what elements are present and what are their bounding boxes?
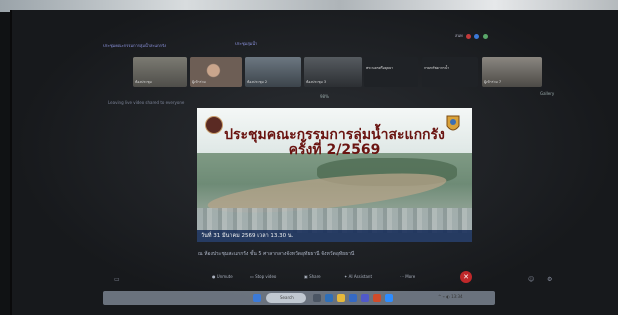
chat-icon[interactable] (482, 33, 488, 39)
photo-frame: ประชุมคณะกรรมการลุ่มน้ำสะแกกรัง ประชุมลุ… (0, 0, 618, 315)
venue-text: ณ ห้องประชุมสะแกกรัง ชั้น 5 ศาลากลางจังห… (198, 251, 355, 257)
shared-slide: ประชุมคณะกรรมการลุ่มน้ำสะแกกรัง ครั้งที่… (197, 108, 472, 242)
control-label: More (405, 274, 416, 279)
unmute-button[interactable]: ● Unmute (212, 274, 233, 279)
tile-label: ห้องประชุม (135, 80, 152, 84)
leave-icon: ✕ (463, 273, 469, 281)
stop-video-button[interactable]: ▭ Stop video (250, 274, 276, 279)
slide-title: ประชุมคณะกรรมการลุ่มน้ำสะแกกรัง ครั้งที่… (197, 128, 472, 158)
settings-icon[interactable]: ⚙ (547, 276, 552, 283)
tile-label: กรมทรัพยากรน้ำ (424, 66, 450, 70)
control-label: Stop video (255, 274, 277, 279)
system-tray[interactable]: ^ ⌁ ◐ 13:34 (438, 294, 463, 299)
word-icon[interactable] (349, 294, 357, 302)
meeting-subtitle: ประชุมลุ่มน้ำ (235, 41, 258, 46)
meeting-title: ประชุมคณะกรรมการลุ่มน้ำสะแกกรัง (103, 43, 167, 48)
participant-tile[interactable]: ผู้เข้าร่วม 7 (482, 57, 542, 87)
powerpoint-icon[interactable] (373, 294, 381, 302)
tile-label: ผู้เข้าร่วม 7 (484, 80, 502, 84)
more-button[interactable]: ⋯ More (400, 274, 415, 279)
edge-icon[interactable] (325, 294, 333, 302)
people-icon[interactable] (474, 33, 480, 39)
slide-date: วันที่ 31 มีนาคม 2569 เวลา 13.30 น. (201, 233, 294, 239)
tile-label: ผู้เข้าร่วม (192, 80, 206, 84)
windows-taskbar: Search ^ ⌁ ◐ 13:34 (103, 291, 495, 305)
ai-assistant-button[interactable]: ✦ AI Assistant (344, 274, 372, 279)
topbar-right-controls: สนท (455, 32, 488, 39)
folder-icon[interactable] (337, 294, 345, 302)
slide-footer-band: วันที่ 31 มีนาคม 2569 เวลา 13.30 น. (197, 230, 472, 242)
task-view-icon[interactable] (313, 294, 321, 302)
status-text: Leaving live video shared to everyone (108, 100, 185, 105)
control-label: AI Assistant (348, 274, 373, 279)
search-label: Search (280, 295, 294, 300)
slide-title-line2: ครั้งที่ 2/2569 (288, 142, 381, 158)
taskbar-clock: 13:34 (451, 294, 463, 299)
zoom-level: 98% (320, 94, 329, 99)
meeting-topbar: ประชุมคณะกรรมการลุ่มน้ำสะแกกรัง ประชุมลุ… (95, 36, 575, 54)
taskbar-search[interactable]: Search (266, 293, 306, 303)
teams-icon[interactable] (361, 294, 369, 302)
tile-label: ห้องประชุม 3 (306, 80, 327, 84)
view-mode-label[interactable]: Gallery (540, 91, 554, 96)
participant-tile[interactable]: ห้องประชุม 3 (304, 57, 362, 87)
leave-call-button[interactable]: ✕ (460, 271, 472, 283)
tile-label: ห้องประชุม 2 (247, 80, 268, 84)
zoom-icon[interactable] (385, 294, 393, 302)
share-button[interactable]: ▣ Share (304, 274, 321, 279)
control-label: Unmute (216, 274, 233, 279)
participant-tile[interactable]: ห้องประชุม 2 (245, 57, 301, 87)
captions-icon[interactable]: ▭ (114, 276, 120, 283)
top-right-label: สนท (455, 33, 463, 38)
participant-tile[interactable]: ห้องประชุม (133, 57, 187, 87)
participant-tile[interactable]: กรมทรัพยากรน้ำ (422, 57, 478, 87)
start-icon[interactable] (253, 294, 261, 302)
participant-tile[interactable]: พระนครศรีอยุธยา (364, 57, 418, 87)
tile-label: พระนครศรีอยุธยา (366, 66, 394, 70)
participant-tile[interactable]: ผู้เข้าร่วม (190, 57, 242, 87)
slide-title-line1: ประชุมคณะกรรมการลุ่มน้ำสะแกกรัง (224, 127, 445, 143)
reactions-icon[interactable]: ☺ (528, 276, 534, 283)
meeting-controls: ● Unmute ▭ Stop video ▣ Share ✦ AI Assis… (200, 274, 450, 286)
record-icon[interactable] (466, 33, 472, 39)
control-label: Share (309, 274, 321, 279)
